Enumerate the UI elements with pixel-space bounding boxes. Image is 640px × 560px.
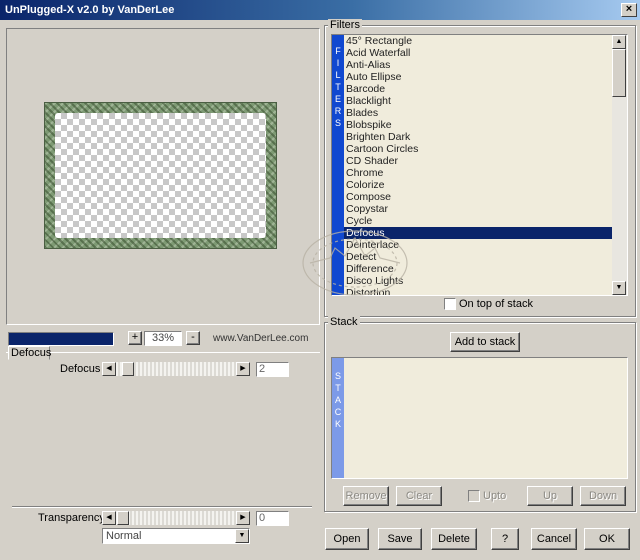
filter-item[interactable]: Colorize xyxy=(344,179,612,191)
zoom-level-value: 33% xyxy=(151,332,175,344)
clear-button[interactable]: Clear xyxy=(396,486,442,506)
filter-item[interactable]: Barcode xyxy=(344,83,612,95)
remove-button[interactable]: Remove xyxy=(343,486,389,506)
filter-item[interactable]: Blobspike xyxy=(344,119,612,131)
side-letter: R xyxy=(334,106,342,116)
filter-item[interactable]: Acid Waterfall xyxy=(344,47,612,59)
slider-left-arrow[interactable]: ◀ xyxy=(102,511,116,525)
filter-item[interactable]: Anti-Alias xyxy=(344,59,612,71)
slider-right-arrow[interactable]: ▶ xyxy=(236,511,250,525)
upto-label: Upto xyxy=(483,490,507,502)
scroll-thumb[interactable] xyxy=(612,49,626,97)
upto-checkbox[interactable] xyxy=(468,490,480,502)
filter-item[interactable]: Auto Ellipse xyxy=(344,71,612,83)
title-bar: UnPlugged-X v2.0 by VanDerLee xyxy=(0,0,640,20)
filter-item[interactable]: Brighten Dark xyxy=(344,131,612,143)
filter-item[interactable]: Copystar xyxy=(344,203,612,215)
save-button[interactable]: Save xyxy=(378,528,422,550)
side-letter: S xyxy=(334,371,341,381)
defocus-slider[interactable]: ◀ ▶ xyxy=(102,362,250,376)
side-letter: K xyxy=(334,419,341,429)
on-top-checkbox[interactable] xyxy=(444,298,456,310)
side-letter: L xyxy=(335,70,341,80)
side-letter: T xyxy=(335,82,341,92)
defocus-value-field[interactable]: 2 xyxy=(256,362,289,377)
stack-sidebar: STACK xyxy=(332,358,344,478)
progress-bar xyxy=(8,332,114,346)
stack-side-letters: STACK xyxy=(332,358,344,430)
scroll-down-icon[interactable]: ▼ xyxy=(612,281,626,295)
side-letter: F xyxy=(335,46,341,56)
preview-image[interactable] xyxy=(44,102,277,249)
filter-item[interactable]: Chrome xyxy=(344,167,612,179)
settings-tab-label: Defocus xyxy=(11,347,52,359)
blend-mode-value: Normal xyxy=(106,530,142,542)
defocus-value: 2 xyxy=(259,363,266,375)
side-letter: T xyxy=(335,383,341,393)
slider-track[interactable] xyxy=(116,511,236,525)
zoom-level-field[interactable]: 33% xyxy=(144,331,182,346)
on-top-label: On top of stack xyxy=(459,298,533,310)
window-title: UnPlugged-X v2.0 by VanDerLee xyxy=(5,4,175,16)
filter-item[interactable]: Cartoon Circles xyxy=(344,143,612,155)
transparency-value: 0 xyxy=(259,512,266,524)
progress-fill xyxy=(9,333,113,345)
open-button[interactable]: Open xyxy=(325,528,369,550)
watermark-seal xyxy=(302,230,408,296)
defocus-param-label: Defocus xyxy=(60,363,101,375)
side-letter: S xyxy=(334,118,341,128)
filters-side-letters: FILTERS xyxy=(332,35,344,129)
down-button[interactable]: Down xyxy=(580,486,626,506)
add-to-stack-button[interactable]: Add to stack xyxy=(450,332,520,352)
cancel-button[interactable]: Cancel xyxy=(531,528,577,550)
transparency-checkerboard xyxy=(55,113,266,238)
stack-group-label: Stack xyxy=(328,316,360,328)
filter-item[interactable]: Blades xyxy=(344,107,612,119)
filter-item[interactable]: Compose xyxy=(344,191,612,203)
filters-group-label: Filters xyxy=(328,19,362,31)
slider-right-arrow[interactable]: ▶ xyxy=(236,362,250,376)
chevron-down-icon[interactable]: ▼ xyxy=(235,529,249,543)
slider-thumb[interactable] xyxy=(117,511,129,525)
ok-button[interactable]: OK xyxy=(584,528,630,550)
transparency-value-field[interactable]: 0 xyxy=(256,511,289,526)
transparency-separator xyxy=(12,506,312,508)
side-letter: C xyxy=(334,407,342,417)
side-letter: E xyxy=(334,94,341,104)
transparency-label: Transparency xyxy=(38,512,105,524)
website-link[interactable]: www.VanDerLee.com xyxy=(213,333,308,344)
filter-item[interactable]: CD Shader xyxy=(344,155,612,167)
scroll-up-icon[interactable]: ▲ xyxy=(612,35,626,49)
side-letter: I xyxy=(336,58,340,68)
zoom-in-button[interactable]: + xyxy=(128,331,142,345)
close-button[interactable]: × xyxy=(621,3,637,17)
slider-thumb[interactable] xyxy=(122,362,134,376)
filter-item[interactable]: Blacklight xyxy=(344,95,612,107)
transparency-slider[interactable]: ◀ ▶ xyxy=(102,511,250,525)
blend-mode-select[interactable]: Normal ▼ xyxy=(102,528,250,544)
up-button[interactable]: Up xyxy=(527,486,573,506)
help-button[interactable]: ? xyxy=(491,528,519,550)
side-letter: A xyxy=(334,395,341,405)
stack-list[interactable]: STACK xyxy=(331,357,628,479)
zoom-out-button[interactable]: - xyxy=(186,331,200,345)
filter-item[interactable]: 45° Rectangle xyxy=(344,35,612,47)
settings-tab[interactable]: Defocus xyxy=(8,346,52,360)
filter-scrollbar[interactable]: ▲ ▼ xyxy=(612,35,627,295)
slider-track[interactable] xyxy=(116,362,236,376)
delete-button[interactable]: Delete xyxy=(431,528,477,550)
slider-left-arrow[interactable]: ◀ xyxy=(102,362,116,376)
